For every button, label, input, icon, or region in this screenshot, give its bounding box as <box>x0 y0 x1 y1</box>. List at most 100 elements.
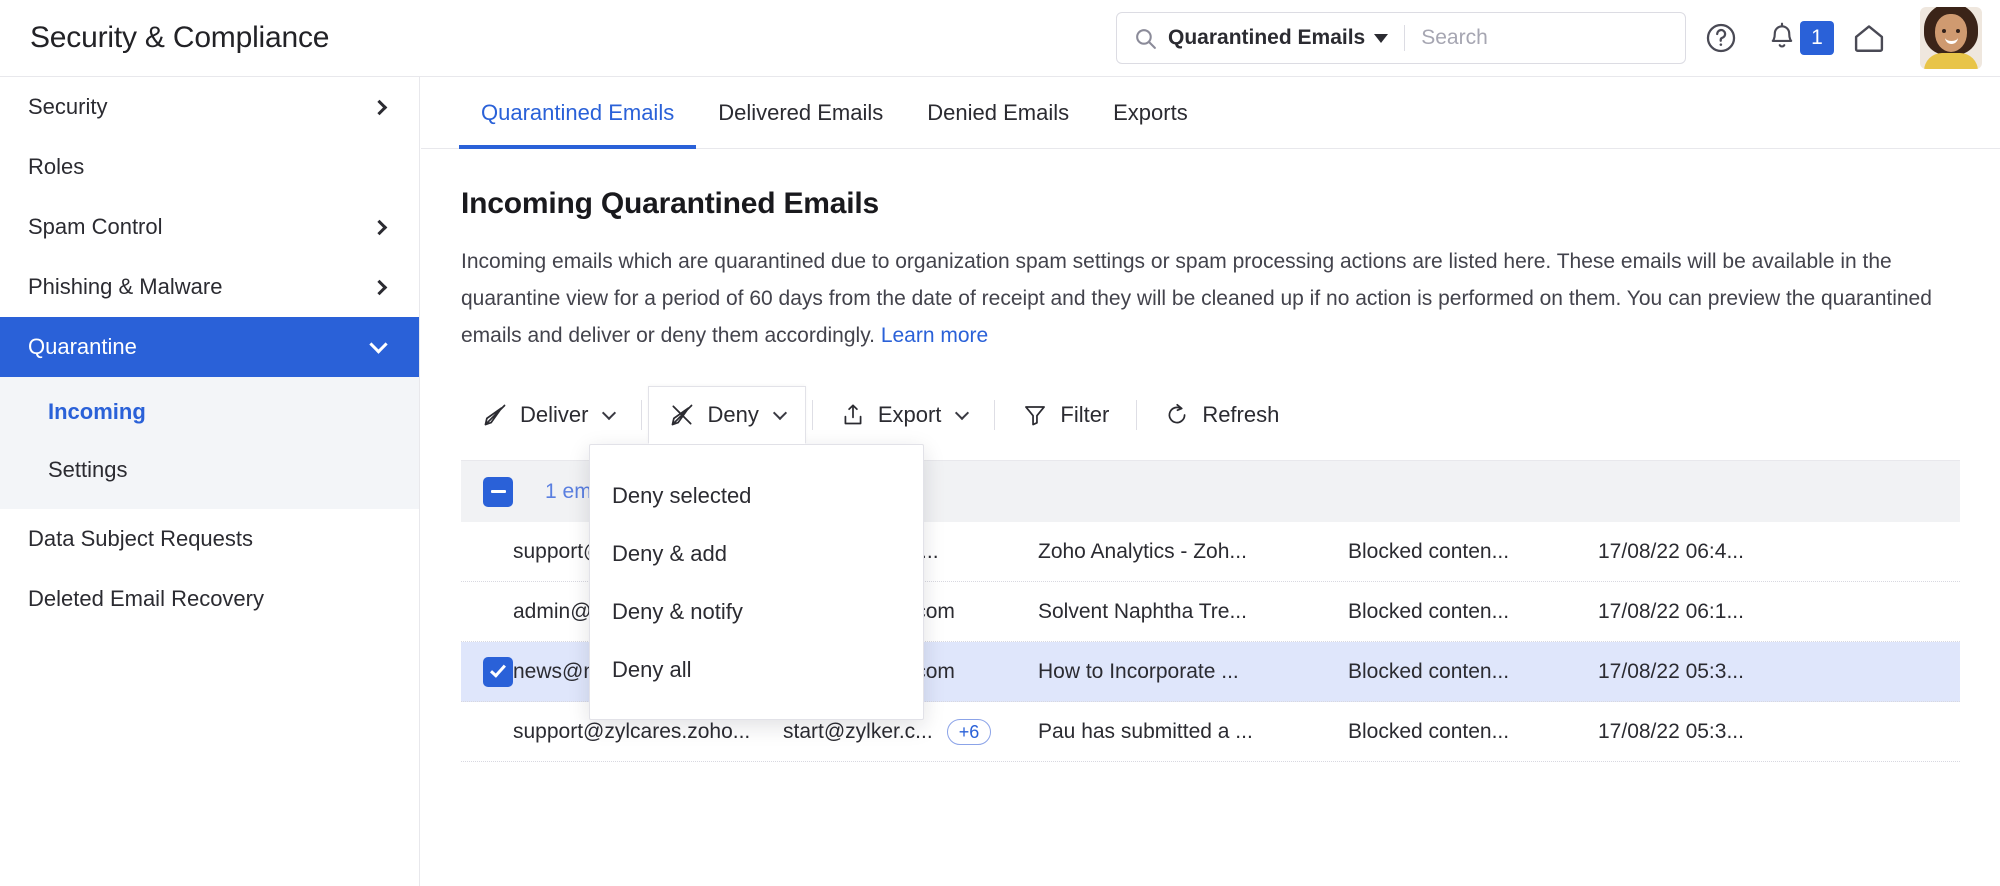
learn-more-link[interactable]: Learn more <box>881 324 988 347</box>
sidebar-subnav: Incoming Settings <box>0 377 419 509</box>
top-bar-right: Quarantined Emails 1 <box>1116 0 2000 76</box>
menu-item-label: Deny all <box>612 657 691 683</box>
search-bar[interactable]: Quarantined Emails <box>1116 12 1686 64</box>
row-checkbox[interactable] <box>483 657 513 687</box>
tab-denied-emails[interactable]: Denied Emails <box>905 77 1091 148</box>
sidebar: Security Roles Spam Control Phishing & M… <box>0 77 420 886</box>
cell-reason: Blocked conten... <box>1348 660 1598 684</box>
sidebar-item-label: Data Subject Requests <box>28 526 253 552</box>
search-scope-dropdown[interactable]: Quarantined Emails <box>1168 26 1388 50</box>
row-checkbox[interactable] <box>483 537 513 567</box>
menu-item-label: Deny & notify <box>612 599 743 625</box>
funnel-icon <box>1022 402 1048 428</box>
toolbar-divider <box>812 400 813 430</box>
home-icon <box>1851 20 1887 56</box>
paper-plane-slash-icon <box>669 402 695 428</box>
recipient-overflow-badge[interactable]: +6 <box>947 719 992 745</box>
search-scope-label: Quarantined Emails <box>1168 26 1365 50</box>
cell-subject: Zoho Analytics - Zoh... <box>1038 540 1348 564</box>
check-icon <box>490 661 506 678</box>
action-toolbar: Deliver Deny <box>461 386 1960 444</box>
avatar-face <box>1935 14 1967 52</box>
cell-subject: How to Incorporate ... <box>1038 660 1348 684</box>
home-button[interactable] <box>1840 9 1898 67</box>
sidebar-item-label: Security <box>28 94 107 120</box>
minus-icon <box>491 490 506 493</box>
filter-button[interactable]: Filter <box>1001 386 1130 444</box>
avatar-shirt <box>1924 53 1978 69</box>
cell-subject: Pau has submitted a ... <box>1038 720 1348 744</box>
search-input[interactable] <box>1421 26 1661 50</box>
menu-item-deny-all[interactable]: Deny all <box>590 641 923 699</box>
sidebar-item-incoming[interactable]: Incoming <box>0 383 419 441</box>
cell-date: 17/08/22 06:1... <box>1598 600 1858 624</box>
recipient-text: start@zylker.c... <box>783 720 933 744</box>
sidebar-subitem-label: Incoming <box>48 399 146 425</box>
sidebar-item-security[interactable]: Security <box>0 77 419 137</box>
notifications-button[interactable]: 1 <box>1766 21 1834 55</box>
chevron-right-icon <box>372 99 388 115</box>
refresh-label: Refresh <box>1202 402 1279 428</box>
menu-item-deny-add[interactable]: Deny & add <box>590 525 923 583</box>
tab-quarantined-emails[interactable]: Quarantined Emails <box>459 77 696 148</box>
avatar[interactable] <box>1920 7 1982 69</box>
tab-exports[interactable]: Exports <box>1091 77 1210 148</box>
deliver-label: Deliver <box>520 402 588 428</box>
row-checkbox-cell[interactable] <box>461 657 513 687</box>
bell-icon <box>1766 22 1798 54</box>
menu-item-label: Deny & add <box>612 541 727 567</box>
section-title: Incoming Quarantined Emails <box>461 187 1960 221</box>
row-checkbox[interactable] <box>483 597 513 627</box>
deliver-button[interactable]: Deliver <box>461 386 635 444</box>
chevron-down-icon <box>773 405 787 419</box>
menu-item-label: Deny selected <box>612 483 751 509</box>
row-checkbox-cell[interactable] <box>461 597 513 627</box>
menu-item-deny-notify[interactable]: Deny & notify <box>590 583 923 641</box>
cell-date: 17/08/22 05:3... <box>1598 660 1858 684</box>
cell-subject: Solvent Naphtha Tre... <box>1038 600 1348 624</box>
menu-item-deny-selected[interactable]: Deny selected <box>590 467 923 525</box>
sidebar-item-roles[interactable]: Roles <box>0 137 419 197</box>
deny-dropdown-menu: Deny selected Deny & add Deny & notify D… <box>589 444 924 720</box>
cell-reason: Blocked conten... <box>1348 600 1598 624</box>
sidebar-item-data-subject-requests[interactable]: Data Subject Requests <box>0 509 419 569</box>
sidebar-item-deleted-email-recovery[interactable]: Deleted Email Recovery <box>0 569 419 629</box>
row-checkbox-cell[interactable] <box>461 537 513 567</box>
row-checkbox-cell[interactable] <box>461 717 513 747</box>
row-checkbox[interactable] <box>483 717 513 747</box>
chevron-down-icon <box>1374 34 1388 43</box>
sidebar-item-label: Deleted Email Recovery <box>28 586 264 612</box>
chevron-right-icon <box>372 279 388 295</box>
deny-button[interactable]: Deny <box>648 386 805 444</box>
tab-label: Quarantined Emails <box>481 100 674 126</box>
toolbar-divider <box>1136 400 1137 430</box>
refresh-button[interactable]: Refresh <box>1143 386 1300 444</box>
tab-bar: Quarantined Emails Delivered Emails Deni… <box>421 77 2000 149</box>
cell-recipient: start@zylker.c... +6 <box>783 719 1038 745</box>
sidebar-item-phishing-malware[interactable]: Phishing & Malware <box>0 257 419 317</box>
export-label: Export <box>878 402 942 428</box>
sidebar-item-quarantine[interactable]: Quarantine <box>0 317 419 377</box>
select-all-checkbox[interactable] <box>483 477 513 507</box>
app-root: Security & Compliance Quarantined Emails <box>0 0 2000 886</box>
help-button[interactable] <box>1692 9 1750 67</box>
help-circle-icon <box>1704 21 1738 55</box>
top-bar: Security & Compliance Quarantined Emails <box>0 0 2000 77</box>
export-button[interactable]: Export <box>819 386 989 444</box>
paper-plane-icon <box>482 402 508 428</box>
sidebar-item-label: Phishing & Malware <box>28 274 222 300</box>
sidebar-subitem-label: Settings <box>48 457 128 483</box>
sidebar-item-spam-control[interactable]: Spam Control <box>0 197 419 257</box>
description-text: Incoming emails which are quarantined du… <box>461 250 1932 347</box>
toolbar-divider <box>994 400 995 430</box>
sidebar-item-settings[interactable]: Settings <box>0 441 419 499</box>
toolbar-divider <box>641 400 642 430</box>
tab-label: Exports <box>1113 100 1188 126</box>
chevron-right-icon <box>372 219 388 235</box>
filter-label: Filter <box>1060 402 1109 428</box>
search-divider <box>1404 25 1405 51</box>
search-icon <box>1133 26 1158 51</box>
cell-reason: Blocked conten... <box>1348 540 1598 564</box>
avatar-eye-right <box>1956 29 1960 33</box>
tab-delivered-emails[interactable]: Delivered Emails <box>696 77 905 148</box>
